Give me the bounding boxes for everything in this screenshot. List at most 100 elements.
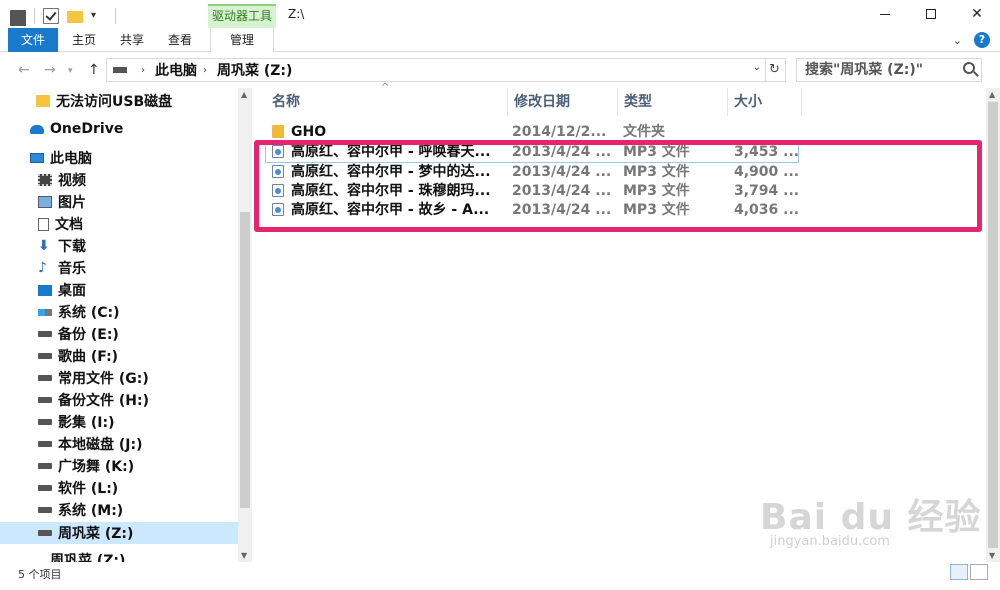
scroll-up-icon[interactable]: ▲	[241, 90, 247, 99]
file-list-scrollbar[interactable]: ▲ ▼	[986, 88, 1000, 562]
drive-icon	[38, 441, 52, 447]
system-drive-icon	[38, 308, 52, 316]
nav-item-videos[interactable]: 视频	[0, 169, 238, 191]
nav-item-label: 文档	[55, 217, 83, 233]
navigation-pane: 无法访问USB磁盘 OneDrive 此电脑 视频 图片 文档 ⬇ 下载 ♪ 音…	[0, 88, 238, 562]
window-title: Z:\	[288, 7, 305, 21]
nav-item-drive-c[interactable]: 系统 (C:)	[0, 301, 238, 323]
large-icons-view-icon[interactable]	[970, 564, 988, 580]
file-row-folder[interactable]: GHO 2014/12/2... 文件夹	[266, 122, 1000, 142]
recent-locations-icon[interactable]: ▾	[68, 66, 73, 76]
maximize-button[interactable]	[908, 0, 954, 28]
nav-item-onedrive[interactable]: OneDrive	[0, 118, 238, 140]
view-switcher	[950, 564, 988, 580]
drive-icon	[113, 67, 127, 73]
nav-item-pictures[interactable]: 图片	[0, 191, 238, 213]
tab-view[interactable]: 查看	[158, 28, 202, 52]
nav-item-drive-g[interactable]: 常用文件 (G:)	[0, 367, 238, 389]
breadcrumb-separator-icon[interactable]: ›	[203, 65, 207, 76]
drive-icon	[38, 485, 52, 491]
nav-item-this-pc[interactable]: 此电脑	[0, 147, 238, 169]
tab-file[interactable]: 文件	[8, 28, 58, 52]
tab-share[interactable]: 共享	[110, 28, 154, 52]
search-icon[interactable]	[963, 62, 975, 74]
nav-item-label: 系统 (M:)	[58, 503, 124, 519]
close-button[interactable]: ✕	[954, 0, 1000, 28]
window-controls: ✕	[862, 0, 1000, 28]
column-header-size[interactable]: 大小	[728, 88, 802, 116]
breadcrumb-separator-icon[interactable]: ›	[141, 65, 145, 76]
navigation-pane-scrollbar[interactable]: ▲ ▼	[238, 88, 252, 562]
drive-icon	[38, 463, 52, 469]
address-dropdown-icon[interactable]: ⌄	[753, 62, 761, 73]
pictures-icon	[38, 196, 52, 208]
tab-home[interactable]: 主页	[62, 28, 106, 52]
item-count: 5 个项目	[18, 568, 62, 581]
column-header-type[interactable]: 类型	[618, 88, 728, 116]
address-bar[interactable]: › 此电脑 › 周巩菜 (Z:) ⌄	[106, 58, 766, 82]
nav-item-drive-m[interactable]: 系统 (M:)	[0, 499, 238, 521]
tab-manage[interactable]: 管理	[210, 28, 274, 52]
nav-item-label: 无法访问USB磁盘	[56, 94, 173, 110]
breadcrumb-this-pc[interactable]: 此电脑	[155, 60, 197, 80]
nav-item-drive-i[interactable]: 影集 (I:)	[0, 411, 238, 433]
nav-item-drive-h[interactable]: 备份文件 (H:)	[0, 389, 238, 411]
nav-item-label: OneDrive	[50, 121, 124, 137]
scroll-up-icon[interactable]: ▲	[989, 90, 995, 99]
nav-item-drive-l[interactable]: 软件 (L:)	[0, 477, 238, 499]
refresh-button[interactable]: ↻	[764, 58, 786, 82]
expand-ribbon-icon[interactable]: ⌄	[953, 34, 962, 47]
toolbar-divider	[34, 8, 35, 24]
documents-icon	[38, 217, 49, 231]
scrollbar-thumb[interactable]	[988, 102, 998, 548]
nav-item-label: 桌面	[58, 283, 86, 299]
nav-item-label: 图片	[58, 195, 86, 211]
nav-item-music[interactable]: ♪ 音乐	[0, 257, 238, 279]
search-input[interactable]: 搜索"周巩菜 (Z:)"	[796, 58, 982, 82]
drive-icon	[10, 10, 26, 26]
help-icon[interactable]: ?	[974, 32, 990, 48]
close-icon: ✕	[971, 6, 983, 22]
nav-item-drive-e[interactable]: 备份 (E:)	[0, 323, 238, 345]
back-arrow-icon[interactable]: ←	[18, 62, 30, 78]
nav-item-drive-z[interactable]: 周巩菜 (Z:)	[0, 522, 238, 544]
drive-icon	[38, 397, 52, 403]
music-icon: ♪	[38, 260, 47, 276]
nav-item-label: 影集 (I:)	[58, 415, 115, 431]
forward-arrow-icon[interactable]: →	[44, 62, 56, 78]
column-header-date[interactable]: 修改日期	[508, 88, 618, 116]
up-arrow-icon[interactable]: ↑	[88, 62, 100, 78]
drive-icon	[38, 419, 52, 425]
scroll-down-icon[interactable]: ▼	[241, 551, 247, 560]
nav-item-label: 本地磁盘 (J:)	[58, 437, 143, 453]
minimize-button[interactable]	[862, 0, 908, 28]
scrollbar-thumb[interactable]	[240, 212, 250, 508]
download-icon: ⬇	[38, 238, 50, 254]
details-view-icon[interactable]	[950, 564, 968, 580]
nav-item-downloads[interactable]: ⬇ 下载	[0, 235, 238, 257]
new-folder-icon[interactable]	[67, 11, 83, 23]
desktop-icon	[38, 284, 52, 296]
customize-toolbar-icon[interactable]: ▾	[91, 8, 107, 24]
nav-item-label: 此电脑	[50, 151, 92, 167]
scroll-down-icon[interactable]: ▼	[989, 551, 995, 560]
nav-item-drive-z-network[interactable]: 周巩菜 (Z:)	[0, 549, 238, 562]
folder-icon	[36, 95, 50, 107]
nav-item-label: 周巩菜 (Z:)	[58, 526, 134, 542]
nav-item-drive-k[interactable]: 广场舞 (K:)	[0, 455, 238, 477]
status-bar: 5 个项目	[0, 562, 1000, 590]
nav-item-label: 歌曲 (F:)	[58, 349, 119, 365]
nav-item-desktop[interactable]: 桌面	[0, 279, 238, 301]
nav-item-documents[interactable]: 文档	[0, 213, 238, 235]
properties-icon[interactable]	[43, 8, 59, 24]
nav-item-usb-folder[interactable]: 无法访问USB磁盘	[0, 90, 238, 112]
nav-item-drive-f[interactable]: 歌曲 (F:)	[0, 345, 238, 367]
drive-icon	[38, 353, 52, 359]
toolbar-divider	[115, 8, 116, 24]
onedrive-icon	[30, 124, 44, 134]
nav-item-drive-j[interactable]: 本地磁盘 (J:)	[0, 433, 238, 455]
search-placeholder: 搜索"周巩菜 (Z:)"	[805, 62, 924, 78]
column-header-name[interactable]: 名称	[266, 88, 508, 116]
breadcrumb-drive-z[interactable]: 周巩菜 (Z:)	[217, 60, 292, 80]
nav-item-label: 广场舞 (K:)	[58, 459, 135, 475]
